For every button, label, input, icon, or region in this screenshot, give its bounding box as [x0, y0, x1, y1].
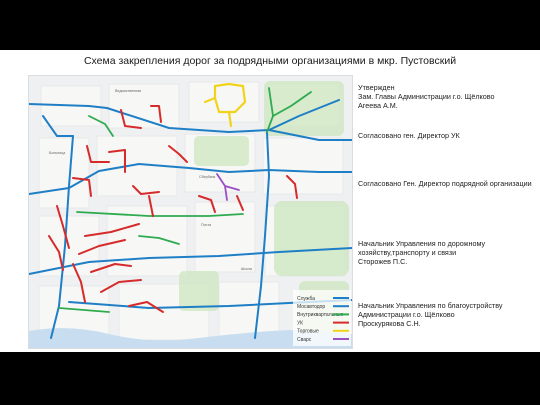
map-canvas: Ведомственная Больница Сбербанк Почта Шк… — [29, 76, 352, 348]
legend-label: УК — [297, 320, 303, 326]
place-label: Больница — [49, 151, 65, 155]
approval-head: Утвержден Зам. Главы Администрации г.о. … — [358, 83, 495, 110]
road-map[interactable]: Ведомственная Больница Сбербанк Почта Шк… — [28, 75, 353, 349]
legend-label: Служба — [297, 296, 315, 302]
approval-uk: Согласовано ген. Директор УК — [358, 131, 460, 140]
approval-contractor: Согласовано Ген. Директор подрядной орга… — [358, 179, 532, 188]
place-label: Почта — [201, 223, 211, 227]
place-label: Ведомственная — [115, 89, 141, 93]
approval-roads: Начальник Управления по дорожному хозяйс… — [358, 239, 486, 266]
legend-label: Мосавтодор — [297, 304, 325, 310]
place-label: Школа — [241, 267, 252, 271]
approval-beautification: Начальник Управления по благоустройству … — [358, 301, 503, 328]
page: Схема закрепления дорог за подрядными ор… — [0, 50, 540, 352]
map-legend: СлужбаМосавтодорВнутриквартальныеУКТорго… — [293, 290, 351, 346]
legend-label: Сварс — [297, 337, 312, 343]
page-title: Схема закрепления дорог за подрядными ор… — [83, 55, 457, 67]
place-label: Сбербанк — [199, 175, 216, 179]
legend-label: Торговые — [297, 329, 319, 335]
